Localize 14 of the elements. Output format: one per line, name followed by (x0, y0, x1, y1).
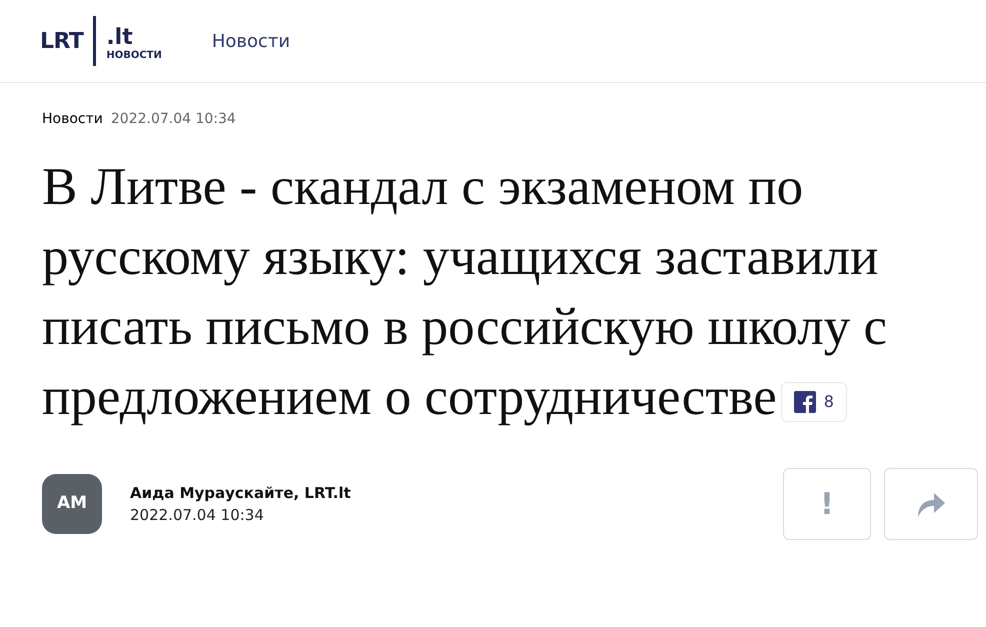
author-name: Аида Мураускайте, LRT.lt (130, 482, 351, 504)
author-date: 2022.07.04 10:34 (130, 505, 265, 526)
author-avatar: AM (42, 474, 102, 534)
nav-link[interactable]: Новости (212, 28, 290, 54)
facebook-share-count[interactable]: 8 (780, 382, 847, 422)
share-button[interactable] (884, 468, 978, 540)
logo-brand: LRT (40, 28, 84, 56)
category-link[interactable]: Новости (42, 109, 103, 130)
logo-domain: .lt (106, 27, 134, 49)
publish-date: 2022.07.04 10:34 (110, 110, 236, 129)
article-title: В Литве - скандал с экзаменом по русскому языку: учащихся заставили писать письмо в российскую школу с предложением о сотрудничестве 8 (42, 157, 888, 428)
share-arrow-icon (916, 490, 946, 518)
facebook-icon (794, 390, 816, 413)
logo-section: НОВОСТИ (106, 51, 162, 61)
